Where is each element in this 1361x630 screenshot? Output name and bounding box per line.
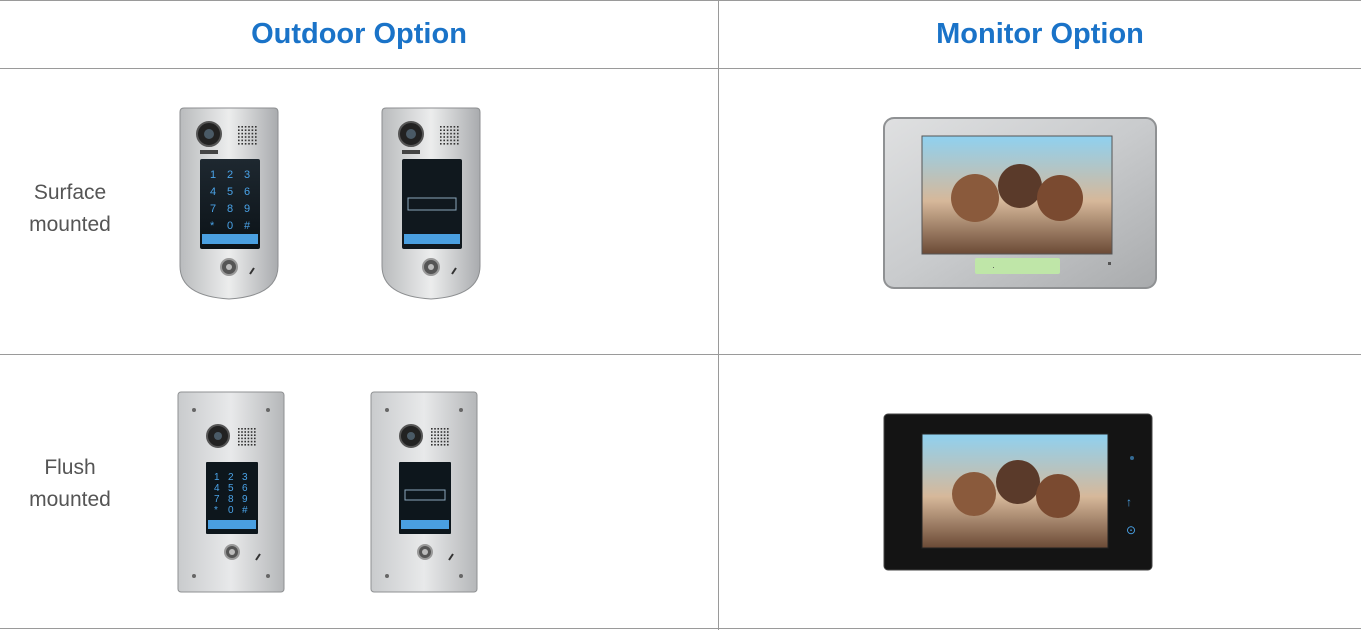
header-outdoor-option: Outdoor Option xyxy=(251,17,467,50)
column-divider xyxy=(718,0,719,630)
keypad-key: 4 xyxy=(214,483,220,494)
row-divider xyxy=(0,354,1361,355)
keypad-key: 5 xyxy=(227,186,233,198)
header-divider xyxy=(0,68,1361,69)
keypad-key: 8 xyxy=(227,203,233,215)
keypad-key: 1 xyxy=(210,169,216,181)
row-label-line2: mounted xyxy=(29,213,111,236)
keypad-key: # xyxy=(242,505,248,516)
keypad-key: 3 xyxy=(242,472,248,483)
keypad-key: 8 xyxy=(228,494,234,505)
silver-monitor-icon: · xyxy=(880,108,1160,318)
bottom-border xyxy=(0,628,1361,629)
black-monitor-icon: ↑ ⊙ xyxy=(882,412,1158,576)
keypad-key: 9 xyxy=(244,203,250,215)
keypad-key: 7 xyxy=(210,203,216,215)
row-label-line1: Surface xyxy=(33,181,107,204)
row-label-line1: Flush xyxy=(44,456,96,479)
keypad-key: 6 xyxy=(242,483,248,494)
keypad-key: 9 xyxy=(242,494,248,505)
keypad-key: 2 xyxy=(227,169,233,181)
keypad-key: 2 xyxy=(228,472,234,483)
comparison-table: Outdoor Option Monitor Option Surface mo… xyxy=(0,0,1361,630)
keypad-key: * xyxy=(214,505,218,516)
keypad-key: # xyxy=(244,220,251,232)
keypad-key: 5 xyxy=(228,483,234,494)
header-monitor-option: Monitor Option xyxy=(936,17,1144,50)
keypad-key: 4 xyxy=(210,186,216,198)
keypad-key: 3 xyxy=(244,169,250,181)
keypad-key: 0 xyxy=(227,220,233,232)
surface-card-reader-panel-icon xyxy=(380,106,482,301)
flush-keypad-panel-icon: 1 2 3 4 5 6 7 8 9 * 0 # xyxy=(176,390,286,596)
svg-text:·: · xyxy=(992,262,995,272)
keypad-key: 1 xyxy=(214,472,220,483)
row-label-surface: Surface mounted xyxy=(0,177,140,241)
surface-keypad-panel-icon: 1 2 3 4 5 6 7 8 9 * 0 # xyxy=(178,106,280,301)
svg-text:⊙: ⊙ xyxy=(1126,523,1136,537)
keypad-key: 6 xyxy=(244,186,250,198)
keypad-key: 0 xyxy=(228,505,234,516)
row-label-flush: Flush mounted xyxy=(0,452,140,516)
svg-text:↑: ↑ xyxy=(1126,495,1132,509)
flush-card-reader-panel-icon xyxy=(369,390,479,596)
row-label-line2: mounted xyxy=(29,488,111,511)
keypad-key: 7 xyxy=(214,494,220,505)
keypad-key: * xyxy=(210,220,215,232)
